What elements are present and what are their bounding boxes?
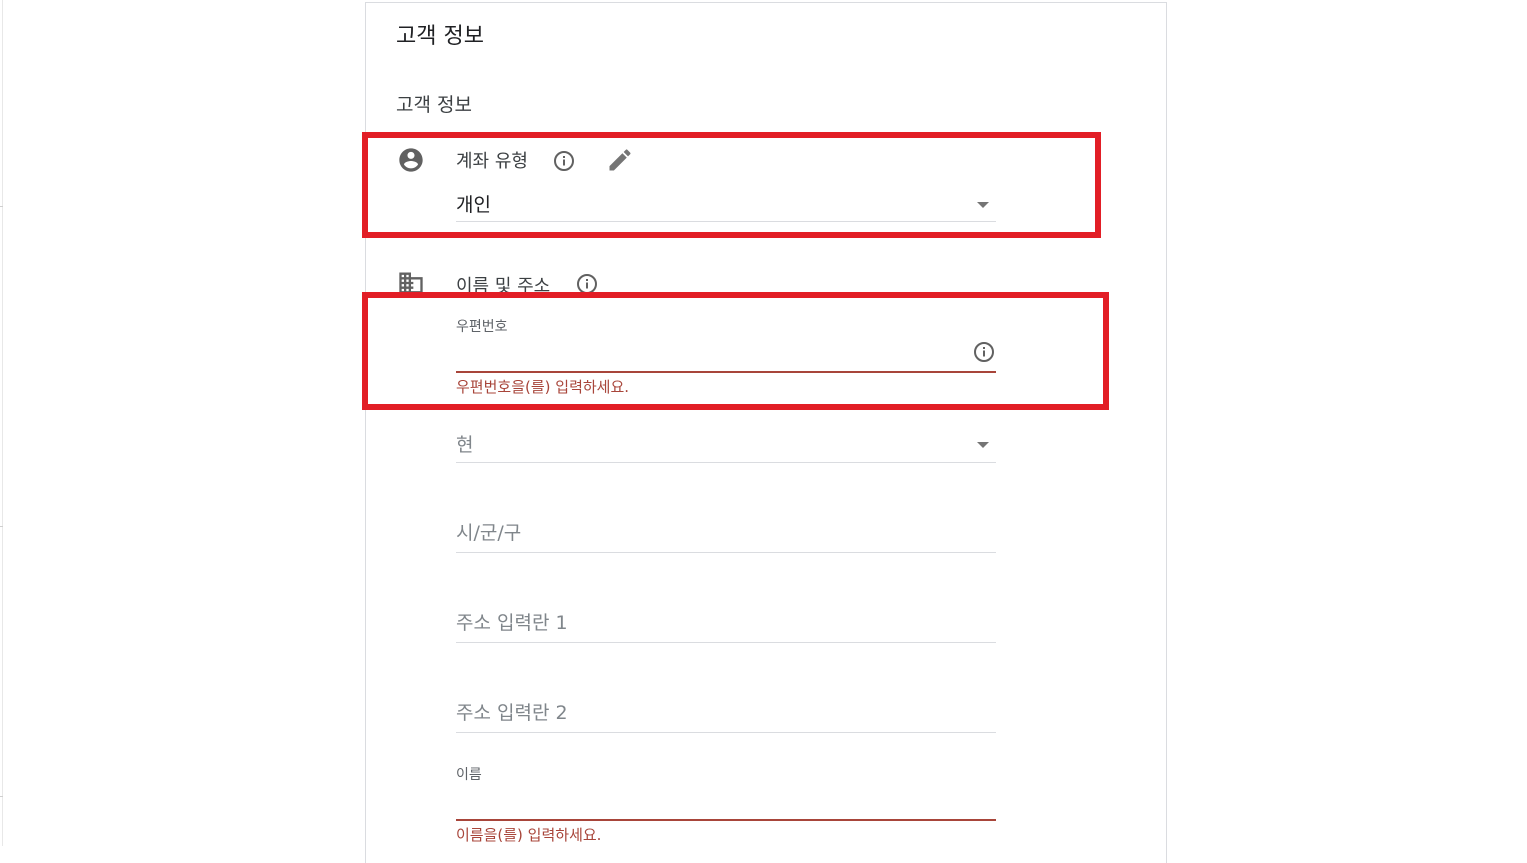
name-label: 이름 — [456, 767, 482, 783]
left-edge-line — [2, 0, 3, 846]
name-field[interactable]: 이름 이름을(를) 입력하세요. — [456, 764, 996, 844]
city-input[interactable]: 시/군/구 — [456, 516, 996, 554]
address-line2-placeholder: 주소 입력란 2 — [456, 702, 568, 724]
chevron-down-icon — [977, 442, 989, 448]
address-line2-underline — [456, 732, 996, 733]
city-placeholder: 시/군/구 — [456, 522, 522, 544]
name-error: 이름을(를) 입력하세요. — [456, 826, 602, 844]
page-title: 고객 정보 — [396, 24, 484, 49]
section-subtitle: 고객 정보 — [396, 94, 472, 116]
prefecture-underline — [456, 462, 996, 463]
prefecture-select[interactable]: 현 — [456, 428, 996, 464]
left-edge-tick — [0, 206, 3, 207]
highlight-box-postal-code — [362, 292, 1109, 410]
address-line1-input[interactable]: 주소 입력란 1 — [456, 606, 996, 644]
name-underline — [456, 819, 996, 821]
highlight-box-account-type — [362, 132, 1101, 238]
address-line1-placeholder: 주소 입력란 1 — [456, 612, 568, 634]
left-edge-tick — [0, 796, 3, 797]
left-edge-tick — [0, 526, 3, 527]
address-line2-input[interactable]: 주소 입력란 2 — [456, 696, 996, 734]
prefecture-placeholder: 현 — [456, 434, 474, 456]
address-line1-underline — [456, 642, 996, 643]
city-underline — [456, 552, 996, 553]
